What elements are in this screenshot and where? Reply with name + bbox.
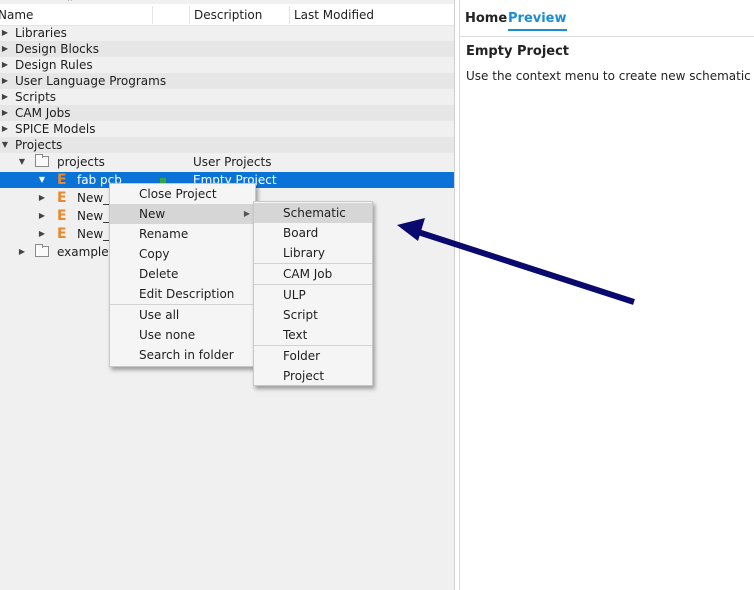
tree-item-description: User Projects (193, 155, 272, 169)
tree-item-spice-models[interactable]: ▶ SPICE Models (0, 121, 454, 137)
tree-item-label: projects (57, 155, 105, 169)
menu-item-label: Schematic (283, 206, 346, 220)
menu-item-use-all[interactable]: Use all (110, 305, 255, 325)
collapse-arrow-icon[interactable]: ▼ (17, 154, 27, 170)
menu-item-label: Script (283, 308, 318, 322)
menu-item-script[interactable]: Script (254, 305, 372, 325)
collapse-arrow-icon[interactable]: ▼ (37, 172, 47, 188)
expand-arrow-icon[interactable]: ▶ (0, 121, 10, 137)
tree-item-projects[interactable]: ▼ Projects (0, 137, 454, 153)
menu-item-copy[interactable]: Copy (110, 244, 255, 264)
tree-item-user-language-programs[interactable]: ▶ User Language Programs (0, 73, 454, 89)
menu-item-cam-job[interactable]: CAM Job (254, 264, 372, 284)
project-icon: E (57, 226, 67, 242)
tree-item-cam-jobs[interactable]: ▶ CAM Jobs (0, 105, 454, 121)
menu-item-label: Close Project (139, 187, 217, 201)
project-icon: E (57, 208, 67, 224)
folder-icon (35, 244, 49, 257)
menu-item-label: Project (283, 369, 325, 383)
new-submenu: Schematic Board Library CAM Job ULP Scri… (253, 201, 373, 386)
tree-item-label: New_ (77, 209, 110, 223)
tree-item-label: New_ (77, 227, 110, 241)
column-last-modified-header[interactable]: Last Modified (294, 7, 374, 23)
tree-item-design-blocks[interactable]: ▶ Design Blocks (0, 41, 454, 57)
tree-item-scripts[interactable]: ▶ Scripts (0, 89, 454, 105)
tree-item-projects-folder[interactable]: ▼ projects User Projects (0, 154, 454, 170)
folder-icon (35, 154, 49, 167)
project-icon: E (57, 190, 67, 206)
menu-item-rename[interactable]: Rename (110, 224, 255, 244)
column-description-header[interactable]: Description (194, 7, 262, 23)
expand-arrow-icon[interactable]: ▶ (0, 25, 10, 41)
menu-item-label: ULP (283, 288, 306, 302)
tree-column-header: ⌃ Name Description Last Modified (0, 0, 454, 26)
menu-item-ulp[interactable]: ULP (254, 285, 372, 305)
menu-item-use-none[interactable]: Use none (110, 325, 255, 345)
expand-arrow-icon[interactable]: ▶ (37, 226, 47, 242)
expand-arrow-icon[interactable]: ▶ (17, 244, 27, 260)
menu-item-label: Use none (139, 328, 196, 342)
expand-arrow-icon[interactable]: ▶ (0, 73, 10, 89)
menu-item-label: Text (283, 328, 308, 342)
menu-item-library[interactable]: Library (254, 243, 372, 263)
preview-title: Empty Project (466, 44, 570, 59)
collapse-arrow-icon[interactable]: ▼ (0, 137, 10, 153)
menu-item-delete[interactable]: Delete (110, 264, 255, 284)
project-icon: E (57, 172, 67, 188)
menu-item-board[interactable]: Board (254, 223, 372, 243)
expand-arrow-icon[interactable]: ▶ (0, 89, 10, 105)
tree-item-label: Libraries (15, 26, 67, 40)
preview-tab-bar: Home Preview (460, 0, 754, 37)
context-menu: Close Project New ▶ Rename Copy Delete Ed… (109, 183, 256, 367)
menu-item-label: Delete (139, 267, 179, 281)
menu-item-label: Edit Description (139, 287, 235, 301)
column-separator[interactable] (189, 6, 190, 24)
menu-item-edit-description[interactable]: Edit Description (110, 284, 255, 304)
tree-item-label: Scripts (15, 90, 57, 104)
menu-item-label: Use all (139, 308, 180, 322)
expand-arrow-icon[interactable]: ▶ (0, 57, 10, 73)
menu-item-label: CAM Job (283, 267, 333, 281)
tree-item-label: examples (57, 245, 115, 259)
tree-item-label: CAM Jobs (15, 106, 71, 120)
column-separator[interactable] (152, 6, 153, 24)
preview-panel: Home Preview Empty Project Use the conte… (459, 0, 754, 590)
menu-item-project[interactable]: Project (254, 366, 372, 386)
expand-arrow-icon[interactable]: ▶ (37, 208, 47, 224)
tree-item-label: Design Rules (15, 58, 93, 72)
column-separator[interactable] (289, 6, 290, 24)
tab-preview[interactable]: Preview (508, 10, 567, 31)
tree-item-label: New_ (77, 191, 110, 205)
menu-item-folder[interactable]: Folder (254, 346, 372, 366)
preview-description: Use the context menu to create new schem… (466, 69, 754, 83)
tree-item-label: Design Blocks (15, 42, 99, 56)
menu-item-label: Search in folder (139, 348, 234, 362)
expand-arrow-icon[interactable]: ▶ (37, 190, 47, 206)
menu-item-label: Board (283, 226, 319, 240)
menu-item-close-project[interactable]: Close Project (110, 184, 255, 204)
sort-caret-icon: ⌃ (66, 0, 74, 8)
tab-home[interactable]: Home (465, 10, 507, 28)
tree-item-label: SPICE Models (15, 122, 96, 136)
menu-item-text[interactable]: Text (254, 325, 372, 345)
expand-arrow-icon[interactable]: ▶ (0, 105, 10, 121)
menu-item-label: Folder (283, 349, 321, 363)
submenu-arrow-icon: ▶ (243, 209, 250, 218)
tree-item-label: User Language Programs (15, 74, 167, 88)
tree-item-design-rules[interactable]: ▶ Design Rules (0, 57, 454, 73)
expand-arrow-icon[interactable]: ▶ (0, 41, 10, 57)
menu-item-search-in-folder[interactable]: Search in folder (110, 345, 255, 365)
tree-item-libraries[interactable]: ▶ Libraries (0, 25, 454, 41)
tree-item-label: Projects (15, 138, 63, 152)
menu-item-label: Rename (139, 227, 189, 241)
menu-item-schematic[interactable]: Schematic (254, 203, 372, 223)
column-name-header[interactable]: Name (0, 7, 33, 23)
menu-item-label: Copy (139, 247, 170, 261)
menu-item-label: Library (283, 246, 325, 260)
menu-item-new[interactable]: New ▶ (110, 204, 255, 224)
menu-item-label: New (139, 207, 166, 221)
